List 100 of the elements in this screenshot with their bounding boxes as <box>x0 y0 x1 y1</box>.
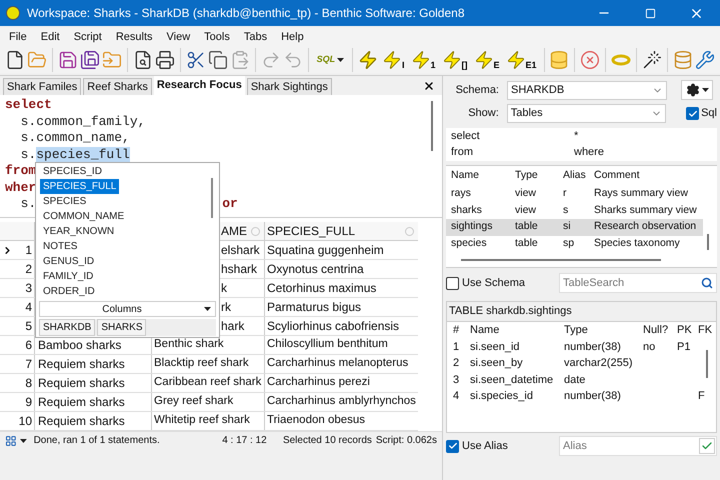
popup-tab[interactable]: SHARKDB <box>39 319 96 336</box>
run-button[interactable]: I <box>378 46 408 72</box>
column-header[interactable]: SPECIES_FULL <box>267 222 356 240</box>
menu-item[interactable]: Results <box>116 28 153 46</box>
bolt-icon <box>506 50 526 70</box>
menu-item[interactable]: Tools <box>204 28 230 46</box>
suggestion-item[interactable]: NOTES <box>40 239 80 254</box>
table-row[interactable]: rays view r Rays summary view <box>446 186 703 202</box>
alias-field[interactable]: Alias <box>559 436 717 456</box>
table-cell-text: Species taxonomy <box>594 236 681 251</box>
search-icon[interactable] <box>701 277 713 289</box>
menu-item[interactable]: Help <box>281 28 304 46</box>
column-header[interactable]: Alias <box>563 168 594 184</box>
column-header[interactable]: Null? <box>643 322 677 338</box>
schema-select[interactable]: SHARKDB <box>507 80 667 100</box>
table-cell-text: view <box>515 202 538 218</box>
column-header[interactable]: Name <box>451 168 515 184</box>
bolt-icon <box>410 50 430 70</box>
show-select[interactable]: Tables <box>506 104 666 123</box>
table-row[interactable]: sightings table si Research observation <box>446 219 703 236</box>
suggestion-item[interactable]: SPECIES_FULL <box>40 179 120 194</box>
suggestion-item[interactable]: COMMON_NAME <box>40 209 128 224</box>
table-cell-text: Squatina guggenheim <box>267 242 384 259</box>
column-header[interactable]: Name <box>470 322 564 338</box>
table-cell-text: number(38) <box>564 340 622 354</box>
table-cell-text: Triaenodon obesus <box>267 413 366 428</box>
menu-item[interactable]: View <box>166 28 190 46</box>
table-cell-text: sightings <box>451 219 494 234</box>
column-header[interactable]: Type <box>564 322 643 338</box>
editor-tab[interactable]: Research Focus <box>154 76 245 95</box>
suggestion-item[interactable]: SPECIES <box>40 194 90 209</box>
table-row[interactable]: species table sp Species taxonomy <box>446 236 703 252</box>
table-cell-text: table <box>515 219 539 234</box>
table-cell-text: varchar2(255) <box>564 356 634 371</box>
table-cell-text: 1 <box>453 340 460 354</box>
table-cell-text: Bamboo sharks <box>38 337 122 354</box>
checkbox[interactable] <box>446 276 459 290</box>
status-message: Done, ran 1 of 1 statements. <box>34 434 161 448</box>
keyword-item[interactable]: where <box>574 144 712 160</box>
row-number: 7 <box>25 356 32 373</box>
suggestion-item[interactable]: YEAR_KNOWN <box>40 224 118 239</box>
run-button[interactable]: 1 <box>408 46 439 72</box>
checkbox[interactable] <box>446 440 459 452</box>
table-cell-text: Requiem sharks <box>38 413 125 430</box>
row-number: 6 <box>25 337 32 354</box>
apply-button[interactable] <box>699 438 715 454</box>
maximize-icon[interactable] <box>645 8 656 18</box>
table-cell-text: s <box>563 202 570 218</box>
editor-tab[interactable]: Shark Sightings <box>246 78 332 95</box>
table-cell-text: F <box>698 389 706 404</box>
column-header[interactable]: Comment <box>594 168 717 184</box>
schema-label: Schema: <box>454 82 499 98</box>
run-button[interactable]: E <box>470 46 503 72</box>
table-row[interactable]: sharks view s Sharks summary view <box>446 202 703 219</box>
column-header[interactable]: # <box>453 322 470 338</box>
table-cell-text: Rays summary view <box>594 186 689 202</box>
editor-tab[interactable]: Shark Familes <box>3 78 82 95</box>
menu-item[interactable]: Edit <box>40 28 60 46</box>
checkbox-label: Use Alias <box>462 438 509 454</box>
settings-button[interactable] <box>681 80 713 100</box>
window-title: Workspace: Sharks - SharkDB (sharkdb@benthic_tp) - Benthic Software: Golden8 <box>27 5 466 22</box>
code-text: s. <box>20 196 36 212</box>
editor-tab[interactable]: Reef Sharks <box>83 78 152 95</box>
table-title: TABLE sharkdb.sightings <box>447 302 716 322</box>
row-number: 4 <box>25 299 32 316</box>
menu-item[interactable]: Script <box>74 28 102 46</box>
checkbox[interactable] <box>686 107 700 120</box>
table-cell-text: k <box>221 280 227 297</box>
column-header[interactable]: AME <box>221 222 248 240</box>
keyword-item[interactable]: * <box>574 129 712 144</box>
suggestion-item[interactable]: SPECIES_ID <box>40 164 105 179</box>
popup-tab[interactable]: SHARKS <box>97 319 146 336</box>
show-label: Show: <box>467 106 499 122</box>
suggestion-item[interactable]: GENUS_ID <box>40 254 98 269</box>
run-button[interactable]: [] <box>438 46 471 72</box>
table-cell-text: Benthic shark <box>154 337 224 352</box>
keyword-item[interactable]: select <box>451 129 574 144</box>
alias-input[interactable]: Alias <box>563 438 683 454</box>
menu-item[interactable]: File <box>9 28 27 46</box>
code-text: s. <box>20 146 36 163</box>
code-text: or <box>222 196 238 212</box>
table-cell-text: Grey reef shark <box>154 394 234 410</box>
run-button[interactable]: E1 <box>502 46 540 72</box>
table-cell-text: Sharks summary view <box>594 202 698 218</box>
columns-dropdown[interactable]: Columns <box>39 301 216 317</box>
table-cell-text: number(38) <box>564 389 622 404</box>
table-search-field[interactable]: TableSearch <box>559 273 717 293</box>
grid-icon[interactable] <box>5 434 17 446</box>
suggestion-item[interactable]: ORDER_ID <box>40 284 98 299</box>
keyword-item[interactable]: from <box>451 144 574 160</box>
search-input[interactable]: TableSearch <box>563 274 683 292</box>
column-header[interactable]: PK <box>677 322 698 338</box>
code-text: s.common_family, <box>20 114 146 130</box>
menu-item[interactable]: Tabs <box>244 28 268 46</box>
column-header[interactable]: FK <box>698 322 716 338</box>
column-header[interactable]: Type <box>515 168 563 184</box>
suggestion-item[interactable]: FAMILY_ID <box>40 269 96 284</box>
table-cell-text: Whitetip reef shark <box>154 413 250 428</box>
table-cell-text: date <box>564 372 586 388</box>
close-tab-icon[interactable] <box>423 80 435 92</box>
